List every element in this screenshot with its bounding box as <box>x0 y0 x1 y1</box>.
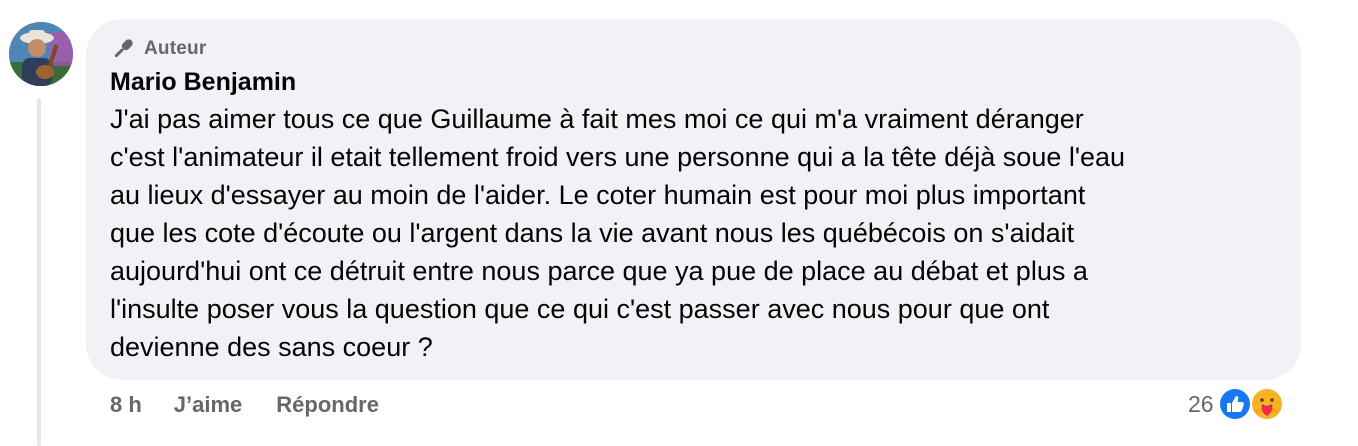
like-button[interactable]: J’aime <box>174 392 243 418</box>
comment-text-line: aujourd'hui ont ce détruit entre nous pa… <box>110 256 1088 286</box>
author-badge: Auteur <box>110 34 1277 64</box>
reaction-count[interactable]: 26 <box>1188 391 1214 418</box>
reply-button[interactable]: Répondre <box>276 392 379 418</box>
reactions-summary[interactable]: 26 <box>1188 384 1285 424</box>
comment-bubble: Auteur Mario Benjamin J'ai pas aimer tou… <box>86 19 1301 380</box>
author-name[interactable]: Mario Benjamin <box>110 66 1277 98</box>
thread-line <box>37 98 41 446</box>
comment-text: J'ai pas aimer tous ce que Guillaume à f… <box>110 100 1277 366</box>
user-avatar[interactable] <box>9 22 73 86</box>
avatar-image <box>9 22 73 86</box>
comment-text-line: que les cote d'écoute ou l'argent dans l… <box>110 218 1075 248</box>
comment-text-line: au lieux d'essayer au moin de l'aider. L… <box>110 180 1086 210</box>
author-badge-label: Auteur <box>144 38 207 59</box>
comment-text-line: l'insulte poser vous la question que ce … <box>110 294 1050 324</box>
comment-text-line: devienne des sans coeur ? <box>110 332 433 362</box>
comment-timestamp[interactable]: 8 h <box>110 392 142 418</box>
comment-text-line: c'est l'animateur il etait tellement fro… <box>110 142 1126 172</box>
like-reaction-icon <box>1217 386 1253 422</box>
microphone-icon <box>110 36 136 62</box>
comment-actions: 8 h J’aime Répondre <box>110 388 379 422</box>
comment-text-line: J'ai pas aimer tous ce que Guillaume à f… <box>110 104 1084 134</box>
care-reaction-icon <box>1249 386 1285 422</box>
